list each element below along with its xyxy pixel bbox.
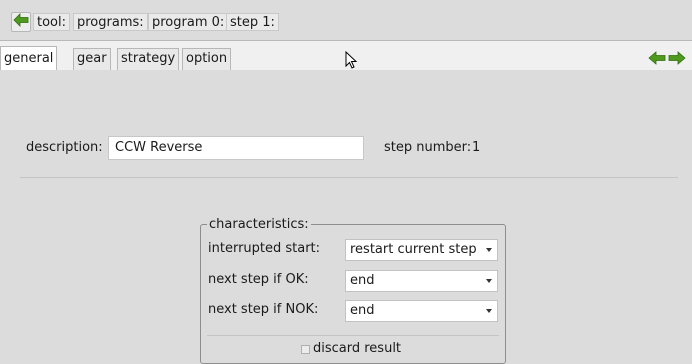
description-input[interactable]: CCW Reverse [108, 136, 364, 160]
breadcrumb-item-step[interactable]: step 1: [226, 13, 279, 31]
chevron-down-icon [486, 248, 492, 252]
left-arrow-icon [648, 51, 666, 69]
tab-strategy[interactable]: strategy [117, 48, 180, 70]
general-panel: description: CCW Reverse step number: 1 … [0, 70, 692, 364]
interrupted-start-value: restart current step [350, 242, 477, 257]
divider [20, 177, 678, 178]
right-arrow-icon [668, 51, 686, 69]
interrupted-start-label: interrupted start: [208, 241, 321, 256]
discard-result-checkbox[interactable] [301, 344, 310, 354]
discard-result-label: discard result [313, 341, 402, 356]
next-step-nok-select[interactable]: end [345, 300, 498, 322]
next-step-nok-value: end [350, 303, 375, 318]
next-step-nok-label: next step if NOK: [208, 302, 319, 317]
tab-gear[interactable]: gear [73, 48, 111, 70]
previous-step-button[interactable] [648, 51, 666, 69]
next-step-ok-select[interactable]: end [345, 270, 498, 292]
tab-option[interactable]: option [182, 48, 232, 70]
group-divider [207, 335, 499, 336]
next-step-ok-value: end [350, 273, 375, 288]
step-number-value: 1 [472, 140, 481, 155]
back-button[interactable] [11, 12, 31, 32]
step-number-label: step number: [384, 140, 472, 155]
characteristics-group: characteristics: interrupted start: rest… [200, 217, 506, 364]
next-step-ok-label: next step if OK: [208, 272, 309, 287]
breadcrumb-item-programs[interactable]: programs: [73, 13, 148, 31]
next-step-button[interactable] [668, 51, 686, 69]
breadcrumb-item-program[interactable]: program 0: [148, 13, 229, 31]
breadcrumb-item-tool[interactable]: tool: [33, 13, 70, 31]
discard-result-option[interactable]: discard result [301, 339, 401, 359]
characteristics-title: characteristics: [207, 217, 311, 233]
breadcrumb: tool: programs: program 0: step 1: [0, 0, 692, 40]
chevron-down-icon [486, 279, 492, 283]
step-navigation [648, 51, 686, 71]
tab-general[interactable]: general [0, 46, 58, 71]
back-arrow-icon [13, 13, 29, 31]
chevron-down-icon [486, 309, 492, 313]
description-label: description: [26, 140, 103, 155]
interrupted-start-select[interactable]: restart current step [345, 239, 498, 261]
